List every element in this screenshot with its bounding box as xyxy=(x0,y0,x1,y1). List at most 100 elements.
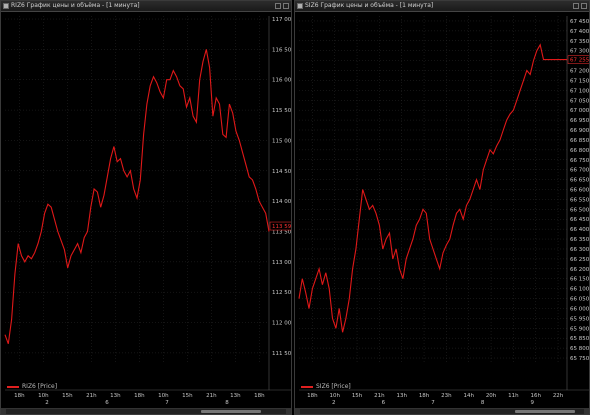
y-tick-label: 66 750 xyxy=(570,158,590,164)
y-tick-label: 67 300 xyxy=(570,49,590,55)
x-day-label: 9 xyxy=(531,400,535,406)
x-day-label: 6 xyxy=(382,400,386,406)
y-tick-label: 117 000 xyxy=(272,17,292,23)
window-titlebar[interactable]: RIZ6 График цены и объёма - [1 минута] xyxy=(1,1,291,12)
x-day-label: 6 xyxy=(105,400,109,406)
chart-window-siz6[interactable]: SIZ6 График цены и объёма - [1 минута] 6… xyxy=(294,0,590,415)
y-tick-label: 66 950 xyxy=(570,118,590,124)
chart-legend: SIZ6 [Price] xyxy=(301,383,351,390)
y-tick-label: 66 350 xyxy=(570,237,590,243)
last-price-label: 113 590 xyxy=(272,224,292,230)
legend-swatch xyxy=(7,385,19,388)
y-tick-label: 114 000 xyxy=(272,199,292,205)
y-tick-label: 66 600 xyxy=(570,187,590,193)
chart-app-icon xyxy=(297,3,303,9)
chart-window-riz6[interactable]: RIZ6 График цены и объёма - [1 минута] 1… xyxy=(0,0,292,415)
horizontal-scrollbar[interactable] xyxy=(1,408,291,414)
x-tick-label: 18h xyxy=(307,393,318,399)
y-tick-label: 66 250 xyxy=(570,257,590,263)
y-tick-label: 65 900 xyxy=(570,326,590,332)
y-tick-label: 66 200 xyxy=(570,267,590,273)
y-tick-label: 67 100 xyxy=(570,88,590,94)
restore-button[interactable] xyxy=(275,3,281,9)
window-title: SIZ6 График цены и объёма - [1 минута] xyxy=(305,2,434,9)
y-tick-label: 66 150 xyxy=(570,277,590,283)
x-tick-label: 11h xyxy=(508,393,519,399)
x-tick-label: 15h xyxy=(352,393,363,399)
x-tick-label: 10h xyxy=(38,393,49,399)
y-tick-label: 66 450 xyxy=(570,217,590,223)
scroll-thumb[interactable] xyxy=(201,410,261,413)
scroll-left-arrow-icon[interactable] xyxy=(1,409,6,414)
x-tick-label: 13h xyxy=(396,393,407,399)
y-tick-label: 67 400 xyxy=(570,29,590,35)
y-tick-label: 116 000 xyxy=(272,78,292,84)
x-tick-label: 18h xyxy=(254,393,265,399)
x-tick-label: 16h xyxy=(530,393,541,399)
x-tick-label: 20h xyxy=(486,393,497,399)
y-tick-label: 66 700 xyxy=(570,168,590,174)
price-chart-area[interactable]: 67 45067 40067 35067 30067 25067 20067 1… xyxy=(295,12,590,410)
legend-label: SIZ6 [Price] xyxy=(316,383,351,390)
price-series-line xyxy=(298,43,567,333)
y-tick-label: 111 500 xyxy=(272,351,292,357)
close-button[interactable] xyxy=(581,3,587,9)
x-day-label: 2 xyxy=(45,400,49,406)
y-tick-label: 66 850 xyxy=(570,138,590,144)
y-tick-label: 67 000 xyxy=(570,108,590,114)
y-tick-label: 66 050 xyxy=(570,297,590,303)
y-tick-label: 112 500 xyxy=(272,290,292,296)
y-tick-label: 66 800 xyxy=(570,148,590,154)
scroll-right-arrow-icon[interactable] xyxy=(584,409,589,414)
y-tick-label: 67 150 xyxy=(570,78,590,84)
x-tick-label: 13h xyxy=(230,393,241,399)
y-tick-label: 67 350 xyxy=(570,39,590,45)
y-tick-label: 65 950 xyxy=(570,316,590,322)
window-titlebar[interactable]: SIZ6 График цены и объёма - [1 минута] xyxy=(295,1,589,12)
restore-button[interactable] xyxy=(573,3,579,9)
x-day-label: 2 xyxy=(332,400,336,406)
y-tick-label: 67 050 xyxy=(570,98,590,104)
y-tick-label: 67 450 xyxy=(570,19,590,25)
y-tick-label: 66 500 xyxy=(570,207,590,213)
x-tick-label: 23h xyxy=(441,393,452,399)
x-tick-label: 21h xyxy=(206,393,217,399)
x-tick-label: 21h xyxy=(86,393,97,399)
legend-label: RIZ6 [Price] xyxy=(22,383,58,390)
x-day-label: 8 xyxy=(481,400,485,406)
x-day-label: 7 xyxy=(431,400,435,406)
y-tick-label: 116 500 xyxy=(272,47,292,53)
window-title: RIZ6 График цены и объёма - [1 минута] xyxy=(11,2,140,9)
y-tick-label: 115 500 xyxy=(272,108,292,114)
y-tick-label: 66 300 xyxy=(570,247,590,253)
x-tick-label: 10h xyxy=(329,393,340,399)
x-tick-label: 13h xyxy=(110,393,121,399)
x-tick-label: 10h xyxy=(158,393,169,399)
x-day-label: 8 xyxy=(225,400,229,406)
x-tick-label: 14h xyxy=(463,393,474,399)
x-tick-label: 21h xyxy=(374,393,385,399)
chart-app-icon xyxy=(3,3,9,9)
y-tick-label: 67 200 xyxy=(570,69,590,75)
y-tick-label: 65 750 xyxy=(570,356,590,362)
y-tick-label: 66 900 xyxy=(570,128,590,134)
y-tick-label: 66 400 xyxy=(570,227,590,233)
scroll-right-arrow-icon[interactable] xyxy=(286,409,291,414)
y-tick-label: 66 650 xyxy=(570,178,590,184)
y-tick-label: 113 500 xyxy=(272,229,292,235)
x-tick-label: 15h xyxy=(182,393,193,399)
close-button[interactable] xyxy=(283,3,289,9)
y-tick-label: 66 100 xyxy=(570,287,590,293)
y-tick-label: 66 000 xyxy=(570,306,590,312)
x-day-label: 7 xyxy=(165,400,169,406)
price-chart-area[interactable]: 117 000 116 500 116 000 115 500 115 000 114 5… xyxy=(1,12,292,410)
horizontal-scrollbar[interactable] xyxy=(295,408,589,414)
y-tick-label: 113 000 xyxy=(272,260,292,266)
y-tick-label: 65 800 xyxy=(570,346,590,352)
last-price-label: 67 255 xyxy=(570,58,590,64)
scroll-left-arrow-icon[interactable] xyxy=(295,409,300,414)
y-tick-label: 65 850 xyxy=(570,336,590,342)
scroll-thumb[interactable] xyxy=(515,410,575,413)
x-tick-label: 22h xyxy=(553,393,564,399)
chart-legend: RIZ6 [Price] xyxy=(7,383,57,390)
